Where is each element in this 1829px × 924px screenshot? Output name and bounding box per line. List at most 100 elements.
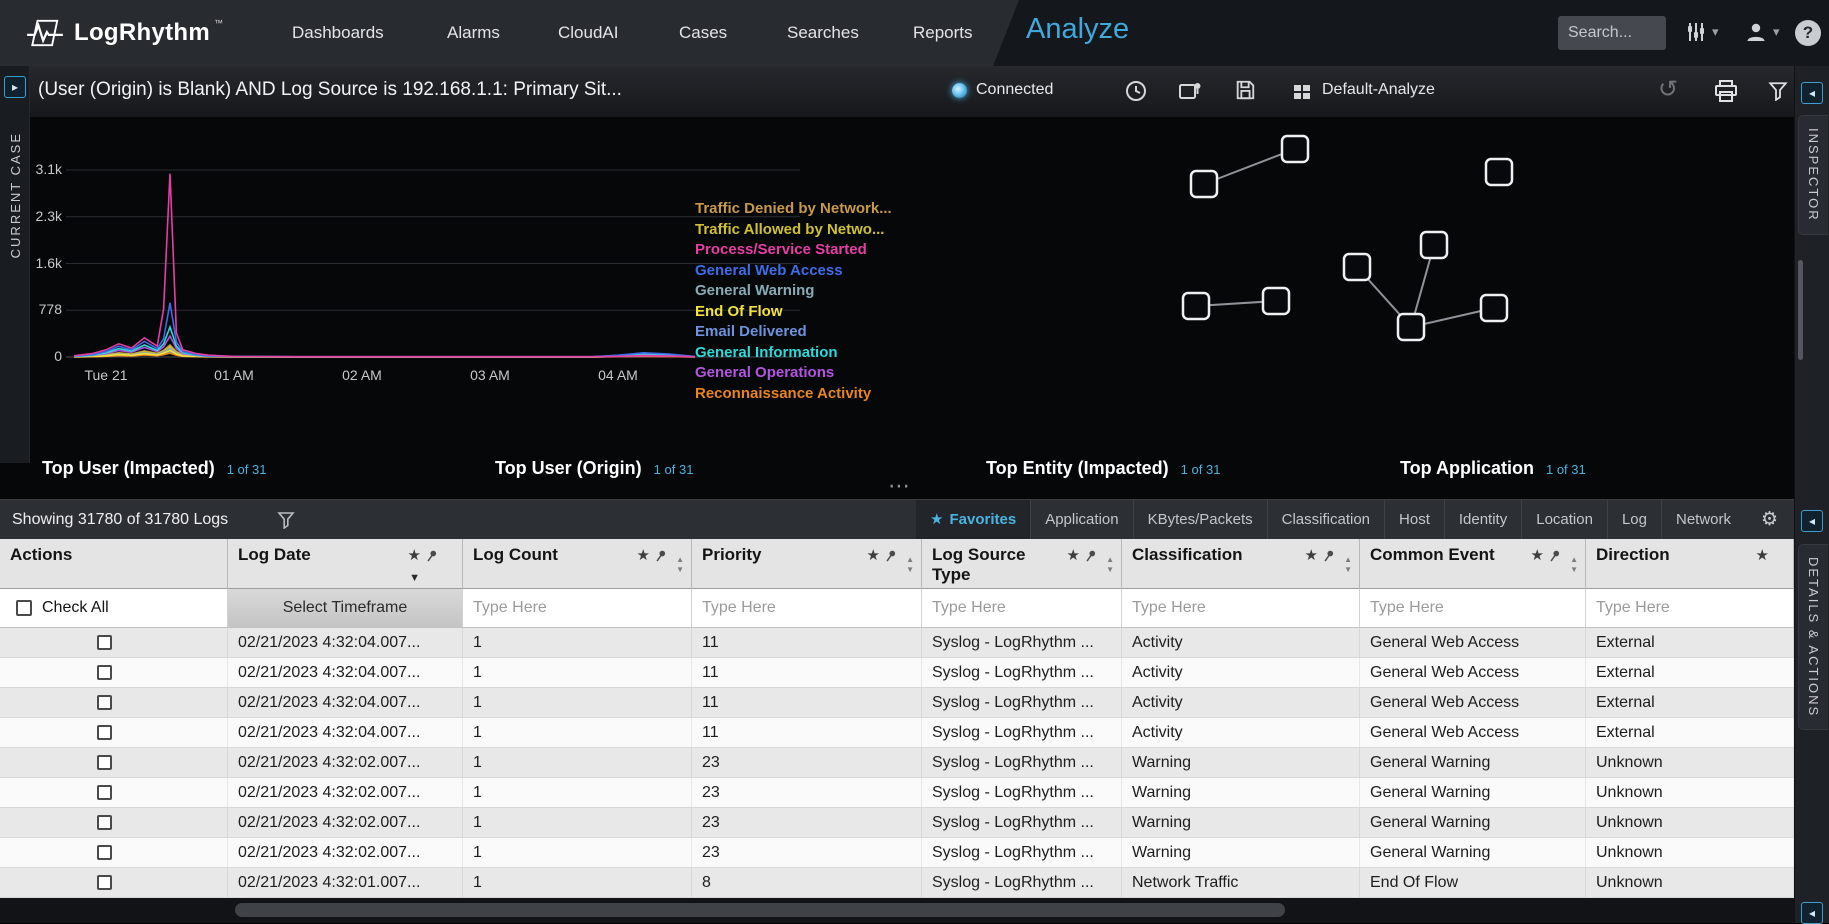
graph-node-5[interactable] <box>1421 232 1447 258</box>
help-icon[interactable]: ? <box>1795 20 1821 46</box>
horizontal-scrollbar-thumb[interactable] <box>235 903 1285 917</box>
log-row[interactable]: 02/21/2023 4:32:02.007...123Syslog - Log… <box>0 808 1794 838</box>
expand-corner-button[interactable]: ◂ <box>1801 902 1823 924</box>
nav-item-cases[interactable]: Cases <box>679 0 727 66</box>
log-row[interactable]: 02/21/2023 4:32:02.007...123Syslog - Log… <box>0 778 1794 808</box>
tab-identity[interactable]: Identity <box>1444 500 1521 540</box>
gear-icon[interactable]: ⚙ <box>1761 500 1778 540</box>
nav-item-cloudai[interactable]: CloudAI <box>558 0 618 66</box>
column-header-log-source-type[interactable]: Log Source Type★▲▼ <box>922 539 1122 591</box>
star-icon[interactable]: ★ <box>1305 546 1318 566</box>
row-checkbox[interactable] <box>97 785 112 800</box>
filter-input-log-count[interactable] <box>463 589 691 627</box>
sort-toggle-icon[interactable]: ▲▼ <box>906 556 914 574</box>
filter-input-common-event[interactable] <box>1360 589 1585 627</box>
pin-icon[interactable] <box>1086 549 1097 564</box>
save-icon[interactable] <box>1234 79 1256 106</box>
nav-item-dashboards[interactable]: Dashboards <box>292 0 384 66</box>
log-row[interactable]: 02/21/2023 4:32:02.007...123Syslog - Log… <box>0 748 1794 778</box>
log-row[interactable]: 02/21/2023 4:32:04.007...111Syslog - Log… <box>0 688 1794 718</box>
legend-general-operations[interactable]: General Operations <box>695 363 892 384</box>
nav-item-searches[interactable]: Searches <box>787 0 859 66</box>
nav-item-alarms[interactable]: Alarms <box>447 0 500 66</box>
user-menu-icon[interactable] <box>1744 20 1768 49</box>
legend-reconnaissance-activity[interactable]: Reconnaissance Activity <box>695 384 892 405</box>
pin-window-icon[interactable] <box>1178 81 1202 108</box>
star-icon[interactable]: ★ <box>1756 546 1769 566</box>
vertical-scrollbar[interactable] <box>1798 260 1803 360</box>
log-row[interactable]: 02/21/2023 4:32:04.007...111Syslog - Log… <box>0 718 1794 748</box>
filter-input-priority[interactable] <box>692 589 921 627</box>
expand-inspector-button[interactable]: ◂ <box>1801 82 1823 104</box>
log-row[interactable]: 02/21/2023 4:32:01.007...18Syslog - LogR… <box>0 868 1794 898</box>
log-row[interactable]: 02/21/2023 4:32:02.007...123Syslog - Log… <box>0 838 1794 868</box>
nav-item-reports[interactable]: Reports <box>913 0 973 66</box>
graph-node-1[interactable] <box>1191 171 1217 197</box>
column-header-log-count[interactable]: Log Count★▲▼ <box>463 539 692 591</box>
tab-host[interactable]: Host <box>1384 500 1444 540</box>
star-icon[interactable]: ★ <box>637 546 650 566</box>
horizontal-scrollbar[interactable] <box>0 898 1794 923</box>
tab-kbytes-packets[interactable]: KBytes/Packets <box>1133 500 1267 540</box>
pin-icon[interactable] <box>1324 549 1335 564</box>
panel-pager[interactable]: 1 of 31 <box>1181 462 1221 477</box>
sort-toggle-icon[interactable]: ▲▼ <box>1106 556 1114 574</box>
graph-node-9[interactable] <box>1481 295 1507 321</box>
legend-email-delivered[interactable]: Email Delivered <box>695 322 892 343</box>
chevron-down-icon[interactable]: ▾ <box>1712 24 1719 40</box>
legend-general-web-access[interactable]: General Web Access <box>695 261 892 282</box>
log-row[interactable]: 02/21/2023 4:32:04.007...111Syslog - Log… <box>0 628 1794 658</box>
star-icon[interactable]: ★ <box>867 546 880 566</box>
legend-process-service-started[interactable]: Process/Service Started <box>695 240 892 261</box>
row-checkbox[interactable] <box>97 755 112 770</box>
sort-toggle-icon[interactable]: ▲▼ <box>1570 556 1578 574</box>
filter-icon[interactable] <box>1768 81 1788 106</box>
graph-node-4[interactable] <box>1344 254 1370 280</box>
undo-icon[interactable]: ↺ <box>1658 75 1678 104</box>
graph-node-8[interactable] <box>1398 314 1424 340</box>
row-checkbox[interactable] <box>97 695 112 710</box>
legend-general-information[interactable]: General Information <box>695 343 892 364</box>
row-checkbox[interactable] <box>97 815 112 830</box>
star-icon[interactable]: ★ <box>1067 546 1080 566</box>
column-header-direction[interactable]: Direction★ <box>1586 539 1794 591</box>
search-input[interactable] <box>1558 16 1666 50</box>
tab-current-case[interactable]: CURRENT CASE <box>0 122 30 268</box>
row-checkbox[interactable] <box>97 665 112 680</box>
pin-icon[interactable] <box>656 549 667 564</box>
tab-favorites[interactable]: ★Favorites <box>916 500 1030 540</box>
sort-toggle-icon[interactable]: ▲▼ <box>676 556 684 574</box>
legend-traffic-denied-by-network[interactable]: Traffic Denied by Network... <box>695 199 892 220</box>
sort-toggle-icon[interactable]: ▲▼ <box>1344 556 1352 574</box>
column-header-log-date[interactable]: Log Date★▼ <box>228 539 463 591</box>
print-icon[interactable] <box>1714 79 1738 108</box>
graph-node-3[interactable] <box>1486 159 1512 185</box>
tab-classification[interactable]: Classification <box>1267 500 1384 540</box>
graph-node-2[interactable] <box>1282 136 1308 162</box>
column-header-priority[interactable]: Priority★▲▼ <box>692 539 922 591</box>
row-checkbox[interactable] <box>97 875 112 890</box>
legend-traffic-allowed-by-netwo[interactable]: Traffic Allowed by Netwo... <box>695 220 892 241</box>
select-timeframe-button[interactable]: Select Timeframe <box>228 589 462 627</box>
tab-log[interactable]: Log <box>1607 500 1661 540</box>
panel-resize-handle[interactable]: ⋯ <box>878 473 922 499</box>
filter-input-log-source-type[interactable] <box>922 589 1121 627</box>
star-icon[interactable]: ★ <box>1531 546 1544 566</box>
column-header-classification[interactable]: Classification★▲▼ <box>1122 539 1360 591</box>
expand-current-case-button[interactable]: ▸ <box>4 76 26 98</box>
search-query-title[interactable]: (User (Origin) is Blank) AND Log Source … <box>38 79 622 101</box>
filter-input-direction[interactable] <box>1586 589 1793 627</box>
panel-pager[interactable]: 1 of 31 <box>654 462 694 477</box>
pin-icon[interactable] <box>886 549 897 564</box>
panel-pager[interactable]: 1 of 31 <box>1546 462 1586 477</box>
tab-analyze[interactable]: Analyze <box>1026 13 1129 46</box>
panel-pager[interactable]: 1 of 31 <box>227 462 267 477</box>
search-options-icon[interactable] <box>1686 20 1706 49</box>
expand-details-button[interactable]: ◂ <box>1801 510 1823 532</box>
row-checkbox[interactable] <box>97 725 112 740</box>
check-all-checkbox[interactable] <box>16 600 32 616</box>
chevron-down-icon[interactable]: ▾ <box>1773 24 1780 40</box>
graph-node-7[interactable] <box>1263 288 1289 314</box>
star-icon[interactable]: ★ <box>408 546 421 566</box>
legend-end-of-flow[interactable]: End Of Flow <box>695 302 892 323</box>
